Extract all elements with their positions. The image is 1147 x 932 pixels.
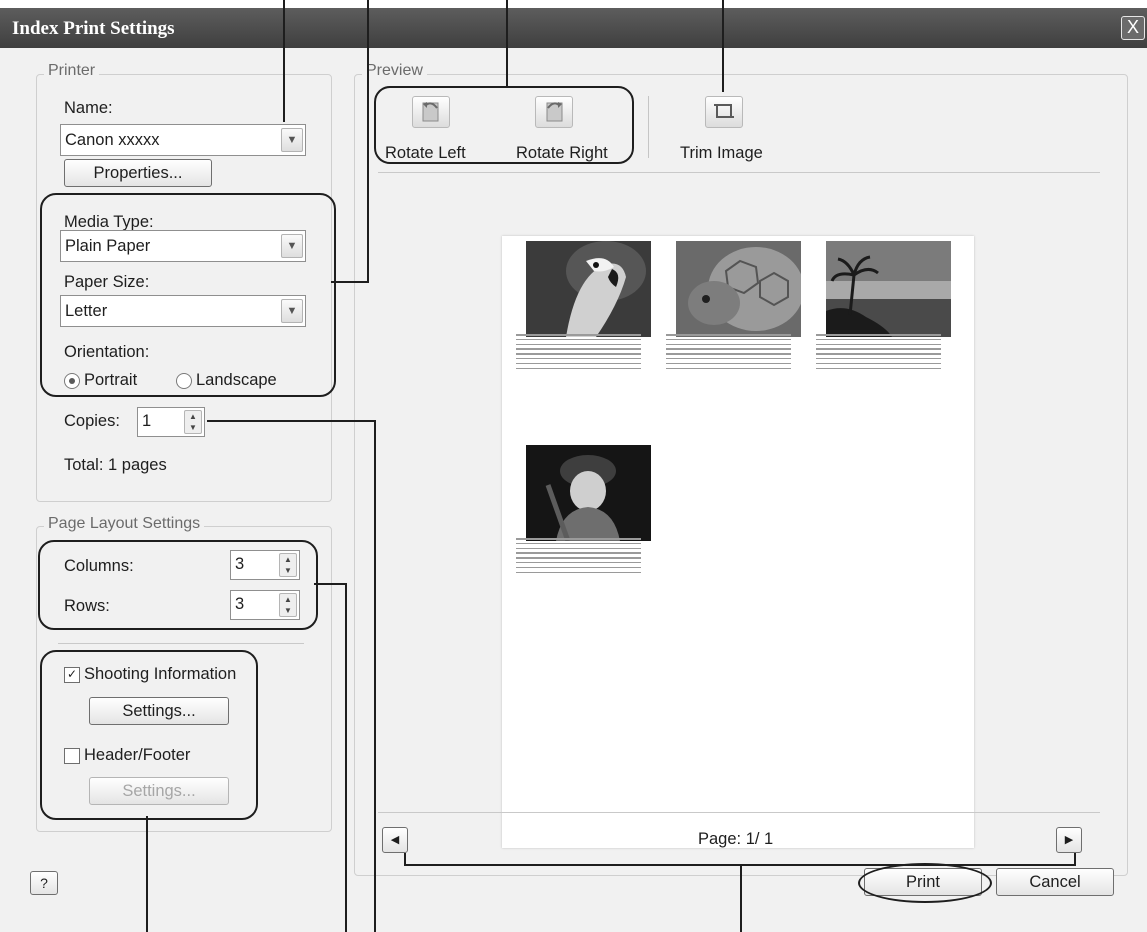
window-title: Index Print Settings bbox=[12, 18, 175, 39]
preview-legend: Preview bbox=[362, 62, 427, 80]
callout-line bbox=[314, 583, 346, 585]
columns-rows-highlight bbox=[38, 540, 318, 630]
printer-name-select[interactable]: Canon xxxxx ▼ bbox=[60, 124, 306, 156]
callout-line bbox=[146, 816, 148, 932]
callout-line bbox=[345, 583, 347, 932]
copies-value: 1 bbox=[142, 412, 152, 430]
callout-line bbox=[367, 0, 369, 283]
callout-line bbox=[722, 0, 724, 92]
cancel-button[interactable]: Cancel bbox=[996, 868, 1114, 896]
properties-button[interactable]: Properties... bbox=[64, 159, 212, 187]
printer-name-value: Canon xxxxx bbox=[65, 131, 160, 149]
shooting-header-highlight bbox=[40, 650, 258, 820]
total-pages-text: Total: 1 pages bbox=[64, 456, 167, 474]
tortoise-photo[interactable] bbox=[676, 241, 801, 337]
page-indicator: Page: 1/ 1 bbox=[698, 830, 774, 848]
close-icon[interactable]: X bbox=[1121, 16, 1145, 40]
dialog-body: Printer Name: Canon xxxxx ▼ Properties..… bbox=[0, 0, 1147, 932]
toolbar-separator bbox=[648, 96, 649, 158]
copies-label: Copies: bbox=[64, 412, 120, 430]
preview-top-rule bbox=[378, 172, 1100, 173]
media-settings-highlight bbox=[40, 193, 336, 397]
rotate-buttons-highlight bbox=[374, 86, 634, 164]
preview-paper bbox=[502, 236, 974, 848]
child-portrait-photo[interactable] bbox=[526, 445, 651, 541]
trim-image-icon[interactable] bbox=[705, 96, 743, 128]
printer-legend: Printer bbox=[44, 62, 100, 80]
callout-line bbox=[374, 420, 376, 932]
title-bar: Index Print Settings X bbox=[0, 8, 1147, 48]
parrot-photo[interactable] bbox=[526, 241, 651, 337]
callout-line bbox=[506, 0, 508, 88]
photo-info-text bbox=[666, 334, 791, 372]
copies-stepper[interactable]: 1 ▲ ▼ bbox=[137, 407, 205, 437]
spin-arrows-icon[interactable]: ▲ ▼ bbox=[184, 410, 202, 434]
print-button-highlight bbox=[858, 863, 992, 903]
callout-line bbox=[207, 420, 375, 422]
callout-line bbox=[1074, 853, 1076, 865]
callout-line bbox=[283, 0, 285, 122]
callout-line bbox=[331, 281, 369, 283]
seascape-palm-photo[interactable] bbox=[826, 241, 951, 337]
photo-info-text bbox=[516, 538, 641, 576]
next-page-icon[interactable]: ▶ bbox=[1056, 827, 1082, 853]
photo-info-text bbox=[516, 334, 641, 372]
page-layout-legend: Page Layout Settings bbox=[44, 515, 205, 533]
trim-image-label[interactable]: Trim Image bbox=[680, 144, 763, 163]
callout-line bbox=[740, 864, 742, 932]
photo-info-text bbox=[816, 334, 941, 372]
preview-bottom-rule bbox=[378, 812, 1100, 813]
help-button[interactable]: ? bbox=[30, 871, 58, 895]
layout-divider bbox=[58, 643, 304, 644]
prev-page-icon[interactable]: ◀ bbox=[382, 827, 408, 853]
name-label: Name: bbox=[64, 99, 113, 117]
dropdown-arrow-icon[interactable]: ▼ bbox=[281, 128, 303, 152]
